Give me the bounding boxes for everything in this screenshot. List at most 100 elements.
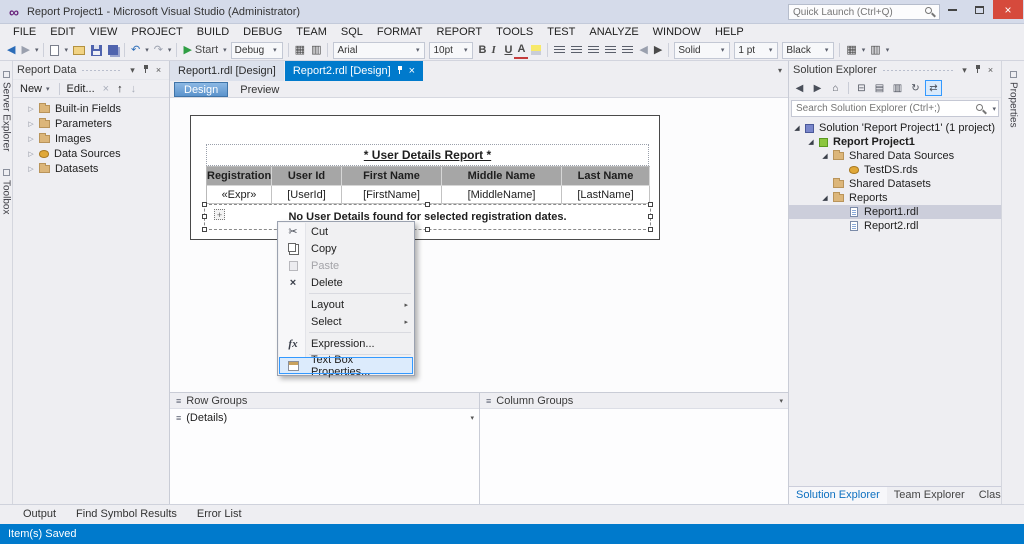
selection-handle[interactable] [202, 214, 207, 219]
start-debug-button[interactable]: ▶ Start [180, 41, 221, 59]
font-family-combo[interactable]: Arial ▾ [333, 41, 426, 59]
borders-dropdown-icon[interactable]: ▾ [860, 46, 868, 54]
redo-button[interactable]: ↷ [151, 41, 166, 59]
increase-indent-button[interactable]: ▶ [651, 41, 665, 59]
tree-item-reports[interactable]: ◢ Reports [789, 191, 1001, 205]
menu-sql[interactable]: SQL [334, 24, 370, 40]
close-icon[interactable]: × [984, 65, 997, 75]
align-right-button[interactable] [585, 41, 602, 59]
close-button[interactable]: × [993, 0, 1023, 19]
move-handle[interactable]: + [214, 209, 225, 220]
navigation-dropdown-icon[interactable]: ▾ [33, 46, 41, 54]
selection-handle[interactable] [424, 227, 430, 232]
selection-handle[interactable] [202, 202, 207, 207]
redo-dropdown-icon[interactable]: ▾ [166, 46, 174, 54]
menu-tools[interactable]: TOOLS [489, 24, 540, 40]
start-dropdown-icon[interactable]: ▾ [221, 46, 229, 54]
menu-window[interactable]: WINDOW [646, 24, 708, 40]
properties-icon[interactable]: ▥ [889, 80, 906, 96]
tab-preview[interactable]: Preview [230, 82, 289, 97]
tab-error-list[interactable]: Error List [188, 505, 251, 524]
search-dropdown-icon[interactable]: ▾ [990, 105, 998, 113]
tree-item-report1-rdl[interactable]: Report1.rdl [789, 205, 1001, 219]
tree-item-report2-rdl[interactable]: Report2.rdl [789, 219, 1001, 233]
bold-button[interactable]: B [475, 41, 488, 59]
expand-icon[interactable]: ▷ [25, 105, 37, 113]
header-cell[interactable]: Registration [207, 167, 272, 186]
new-file-dropdown-icon[interactable]: ▾ [62, 46, 70, 54]
pin-icon[interactable] [971, 64, 984, 76]
tab-server-explorer[interactable]: Server Explorer [0, 61, 12, 159]
header-cell[interactable]: User Id [272, 167, 342, 186]
column-groups-dropdown-icon[interactable]: ▾ [779, 397, 783, 405]
window-position-icon[interactable]: ▾ [958, 65, 971, 76]
tree-item-solution[interactable]: ◢ Solution 'Report Project1' (1 project) [789, 121, 1001, 135]
show-all-files-icon[interactable]: ▤ [871, 80, 888, 96]
solution-config-combo[interactable]: Debug ▾ [230, 41, 283, 59]
selection-handle[interactable] [648, 202, 653, 207]
undo-button[interactable]: ↶ [128, 41, 143, 59]
bullet-list-button[interactable] [619, 41, 636, 59]
save-button[interactable] [88, 41, 105, 59]
close-icon[interactable]: × [152, 65, 165, 75]
menu-item-layout[interactable]: Layout ▸ [279, 296, 413, 313]
highlight-button[interactable] [528, 41, 544, 59]
maximize-button[interactable] [966, 0, 993, 19]
tab-report2-rdl[interactable]: Report2.rdl [Design] × [284, 61, 424, 81]
font-color-button[interactable]: A [514, 41, 529, 59]
menu-item-expression[interactable]: fx Expression... [279, 335, 413, 352]
header-cell[interactable]: Last Name [562, 167, 650, 186]
menu-build[interactable]: BUILD [190, 24, 236, 40]
new-file-button[interactable] [47, 41, 62, 59]
menu-test[interactable]: TEST [540, 24, 582, 40]
tab-list-dropdown-icon[interactable]: ▾ [772, 61, 788, 81]
selection-handle[interactable] [648, 227, 653, 232]
menu-report[interactable]: REPORT [430, 24, 490, 40]
pin-icon[interactable] [139, 64, 152, 76]
tree-item-built-in-fields[interactable]: ▷ Built-in Fields [13, 101, 169, 116]
report-designer-button-1[interactable]: ▦ [292, 41, 308, 59]
solution-explorer-header[interactable]: Solution Explorer ▾ × [789, 61, 1001, 79]
navigate-forward-button[interactable]: ▶ [18, 41, 32, 59]
data-cell[interactable]: [LastName] [562, 186, 650, 204]
solution-search-input[interactable] [792, 103, 976, 114]
align-left-button[interactable] [551, 41, 568, 59]
menu-project[interactable]: PROJECT [124, 24, 189, 40]
tab-properties[interactable]: Properties [1002, 61, 1024, 136]
selected-no-data-textbox[interactable]: No User Details found for selected regis… [202, 202, 653, 232]
menu-item-delete[interactable]: × Delete [279, 274, 413, 291]
pin-icon[interactable] [396, 65, 404, 78]
data-cell[interactable]: [MiddleName] [442, 186, 562, 204]
solution-search-box[interactable]: ▾ [791, 100, 999, 117]
tree-item-parameters[interactable]: ▷ Parameters [13, 116, 169, 131]
menu-team[interactable]: TEAM [289, 24, 334, 40]
fill-button[interactable]: ▥ [867, 41, 883, 59]
header-cell[interactable]: Middle Name [442, 167, 562, 186]
selection-handle[interactable] [202, 227, 207, 232]
report-table[interactable]: Registration User Id First Name Middle N… [206, 166, 650, 204]
underline-button[interactable]: U [501, 41, 514, 59]
expand-icon[interactable]: ▷ [25, 135, 37, 143]
menu-view[interactable]: VIEW [82, 24, 124, 40]
expand-icon[interactable]: ▷ [25, 120, 37, 128]
expand-icon[interactable]: ▷ [25, 165, 37, 173]
selection-handle[interactable] [424, 202, 430, 207]
selection-handle[interactable] [648, 214, 653, 219]
report-title-textbox[interactable]: * User Details Report * [206, 144, 649, 166]
collapse-all-icon[interactable]: ⊟ [853, 80, 870, 96]
tree-item-report-project1[interactable]: ◢ Report Project1 [789, 135, 1001, 149]
tree-item-testds-rds[interactable]: TestDS.rds [789, 163, 1001, 177]
menu-debug[interactable]: DEBUG [236, 24, 289, 40]
new-button[interactable]: New ▾ [16, 81, 56, 97]
menu-format[interactable]: FORMAT [370, 24, 430, 40]
close-tab-icon[interactable]: × [409, 65, 415, 77]
decrease-indent-button[interactable]: ◀ [636, 41, 650, 59]
row-group-details[interactable]: ≡ (Details) ▾ [170, 409, 479, 426]
header-cell[interactable]: First Name [342, 167, 442, 186]
fill-dropdown-icon[interactable]: ▾ [884, 46, 892, 54]
italic-button[interactable]: I [488, 41, 501, 59]
menu-help[interactable]: HELP [708, 24, 751, 40]
undo-dropdown-icon[interactable]: ▾ [143, 46, 151, 54]
tab-team-explorer[interactable]: Team Explorer [887, 487, 972, 504]
menu-item-select[interactable]: Select ▸ [279, 313, 413, 330]
